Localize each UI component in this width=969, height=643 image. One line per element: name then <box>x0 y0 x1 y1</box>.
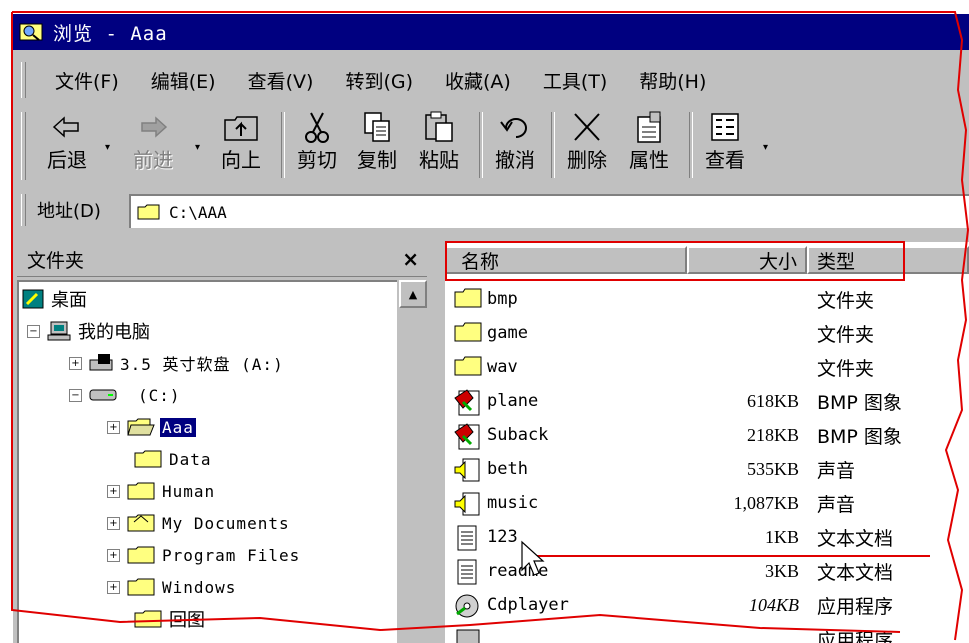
header-highlight-box <box>445 241 905 281</box>
mouse-cursor-icon <box>521 540 545 576</box>
annotation-overlay <box>11 11 969 641</box>
torn-edge-outline <box>12 11 969 641</box>
torn-bottom-outline <box>11 12 901 633</box>
